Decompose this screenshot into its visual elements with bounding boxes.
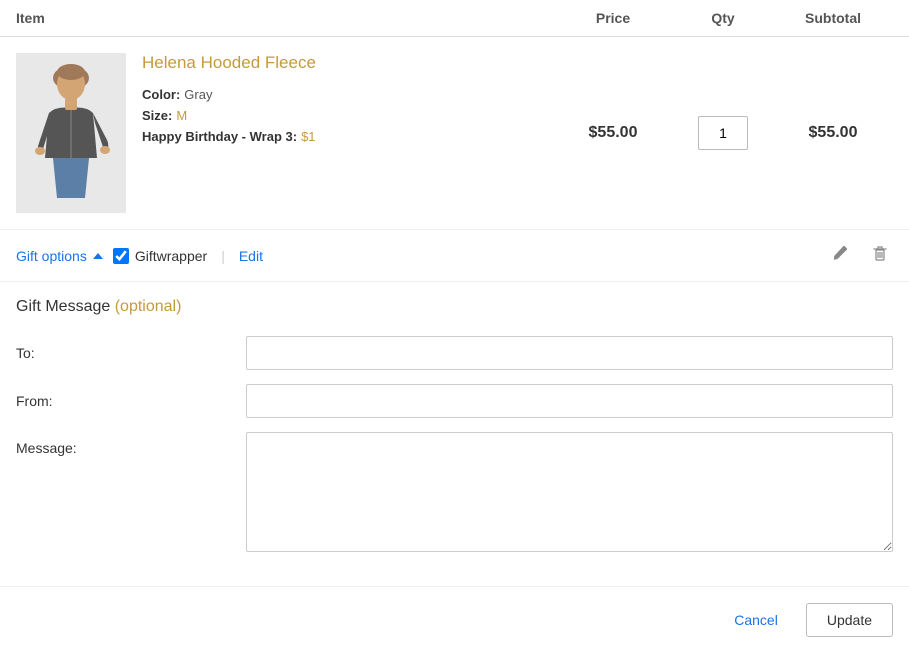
product-image-svg: [21, 58, 121, 208]
col-subtotal-header: Subtotal: [773, 10, 893, 26]
color-label: Color:: [142, 87, 180, 102]
item-subtotal: $55.00: [773, 124, 893, 142]
message-field-row: Message:: [16, 432, 893, 552]
separator: |: [221, 248, 225, 264]
wrap-value: $1: [301, 129, 315, 144]
trash-button[interactable]: [867, 240, 893, 271]
gift-options-label: Gift options: [16, 248, 87, 264]
message-textarea[interactable]: [246, 432, 893, 552]
color-detail: Color: Gray: [142, 87, 316, 102]
item-price: $55.00: [553, 124, 673, 142]
footer-row: Cancel Update: [0, 587, 909, 653]
to-input[interactable]: [246, 336, 893, 370]
table-row: Helena Hooded Fleece Color: Gray Size: M…: [0, 37, 909, 230]
item-qty-cell: [673, 116, 773, 150]
gift-message-section: Gift Message (optional) To: From: Messag…: [0, 282, 909, 587]
chevron-up-icon: [93, 253, 103, 259]
col-price-header: Price: [553, 10, 673, 26]
col-qty-header: Qty: [673, 10, 773, 26]
from-input[interactable]: [246, 384, 893, 418]
from-field-row: From:: [16, 384, 893, 418]
from-label: From:: [16, 393, 246, 409]
size-label: Size:: [142, 108, 172, 123]
col-item-header: Item: [16, 10, 553, 26]
actions-left: Gift options Giftwrapper | Edit: [16, 248, 263, 264]
trash-icon: [871, 244, 889, 262]
cancel-button[interactable]: Cancel: [722, 604, 790, 636]
wrap-detail: Happy Birthday - Wrap 3: $1: [142, 129, 316, 144]
actions-right: [827, 240, 893, 271]
edit-link[interactable]: Edit: [239, 248, 263, 264]
table-header: Item Price Qty Subtotal: [0, 0, 909, 37]
product-image: [16, 53, 126, 213]
color-value: Gray: [184, 87, 212, 102]
wrap-label: Happy Birthday - Wrap 3:: [142, 129, 297, 144]
gift-message-title: Gift Message (optional): [16, 298, 893, 316]
gift-message-title-text: Gift Message: [16, 298, 110, 315]
to-field-row: To:: [16, 336, 893, 370]
message-label: Message:: [16, 432, 246, 456]
item-cell: Helena Hooded Fleece Color: Gray Size: M…: [16, 53, 553, 213]
giftwrapper-label: Giftwrapper: [135, 248, 207, 264]
qty-input[interactable]: [698, 116, 748, 150]
size-value: M: [176, 108, 187, 123]
gift-message-optional-text: (optional): [115, 298, 182, 315]
update-button[interactable]: Update: [806, 603, 893, 637]
gift-options-toggle[interactable]: Gift options: [16, 248, 103, 264]
size-detail: Size: M: [142, 108, 316, 123]
giftwrapper-checkbox[interactable]: [113, 248, 129, 264]
actions-row: Gift options Giftwrapper | Edit: [0, 230, 909, 282]
giftwrapper-section: Giftwrapper: [113, 248, 207, 264]
product-name: Helena Hooded Fleece: [142, 53, 316, 73]
pencil-button[interactable]: [827, 240, 853, 271]
item-details: Helena Hooded Fleece Color: Gray Size: M…: [142, 53, 316, 144]
pencil-icon: [831, 244, 849, 262]
to-label: To:: [16, 345, 246, 361]
